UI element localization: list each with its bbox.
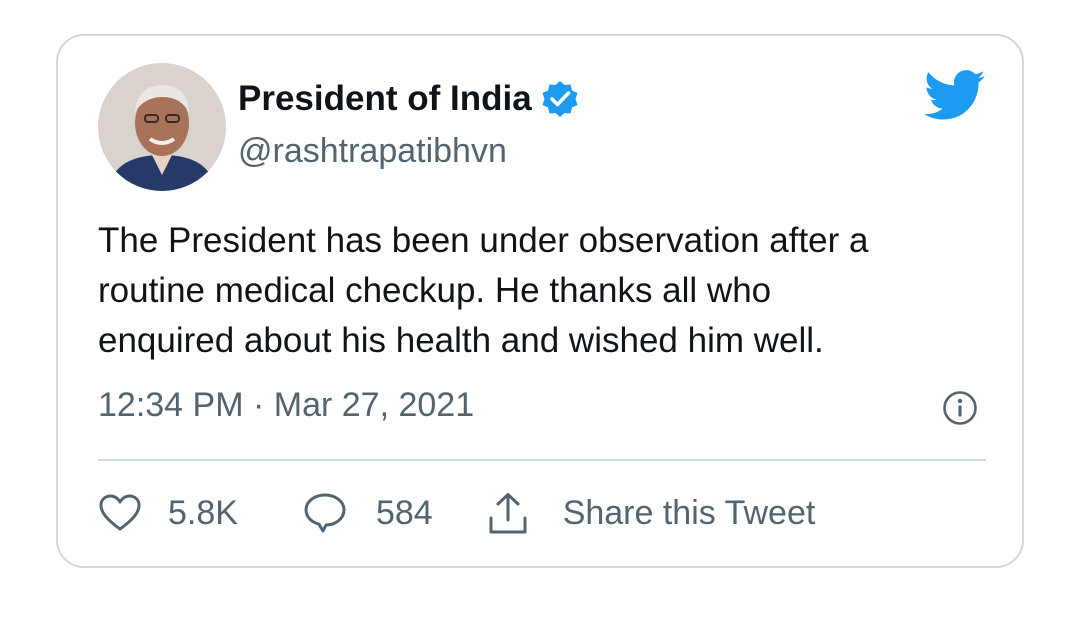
tweet-text-line: routine medical checkup. He thanks all w…: [98, 271, 772, 310]
display-name[interactable]: President of India: [238, 79, 532, 119]
tweet-timestamp[interactable]: 12:34 PM · Mar 27, 2021: [98, 386, 474, 425]
tweet-time[interactable]: 12:34 PM: [98, 386, 244, 424]
info-icon[interactable]: [942, 390, 978, 426]
profile-photo: [98, 63, 226, 191]
tweet-text: The President has been under observation…: [98, 216, 998, 366]
verified-badge-icon: [540, 79, 580, 119]
meta-separator: ·: [252, 386, 274, 424]
share-button[interactable]: Share this Tweet: [485, 490, 816, 536]
reply-count: 584: [375, 493, 433, 532]
twitter-bird-icon[interactable]: [924, 70, 986, 122]
reply-button[interactable]: 584: [302, 491, 433, 535]
tweet-text-line: The President has been under observation…: [98, 221, 869, 260]
heart-icon: [99, 494, 141, 531]
divider: [98, 459, 986, 461]
handle[interactable]: @rashtrapatibhvn: [238, 132, 507, 171]
reply-bubble-icon: [304, 493, 346, 533]
tweet-date[interactable]: Mar 27, 2021: [274, 386, 474, 424]
display-name-row[interactable]: President of India: [238, 79, 580, 119]
tweet-card[interactable]: President of India @rashtrapatibhvn The …: [56, 34, 1024, 568]
share-icon: [489, 493, 527, 534]
like-button[interactable]: 5.8K: [98, 493, 238, 533]
tweet-actions: 5.8K 584 Share this Tweet: [98, 488, 815, 538]
tweet-text-line: enquired about his health and wished him…: [98, 321, 824, 360]
like-count: 5.8K: [168, 493, 238, 532]
avatar[interactable]: [98, 63, 226, 191]
share-label[interactable]: Share this Tweet: [563, 494, 816, 533]
